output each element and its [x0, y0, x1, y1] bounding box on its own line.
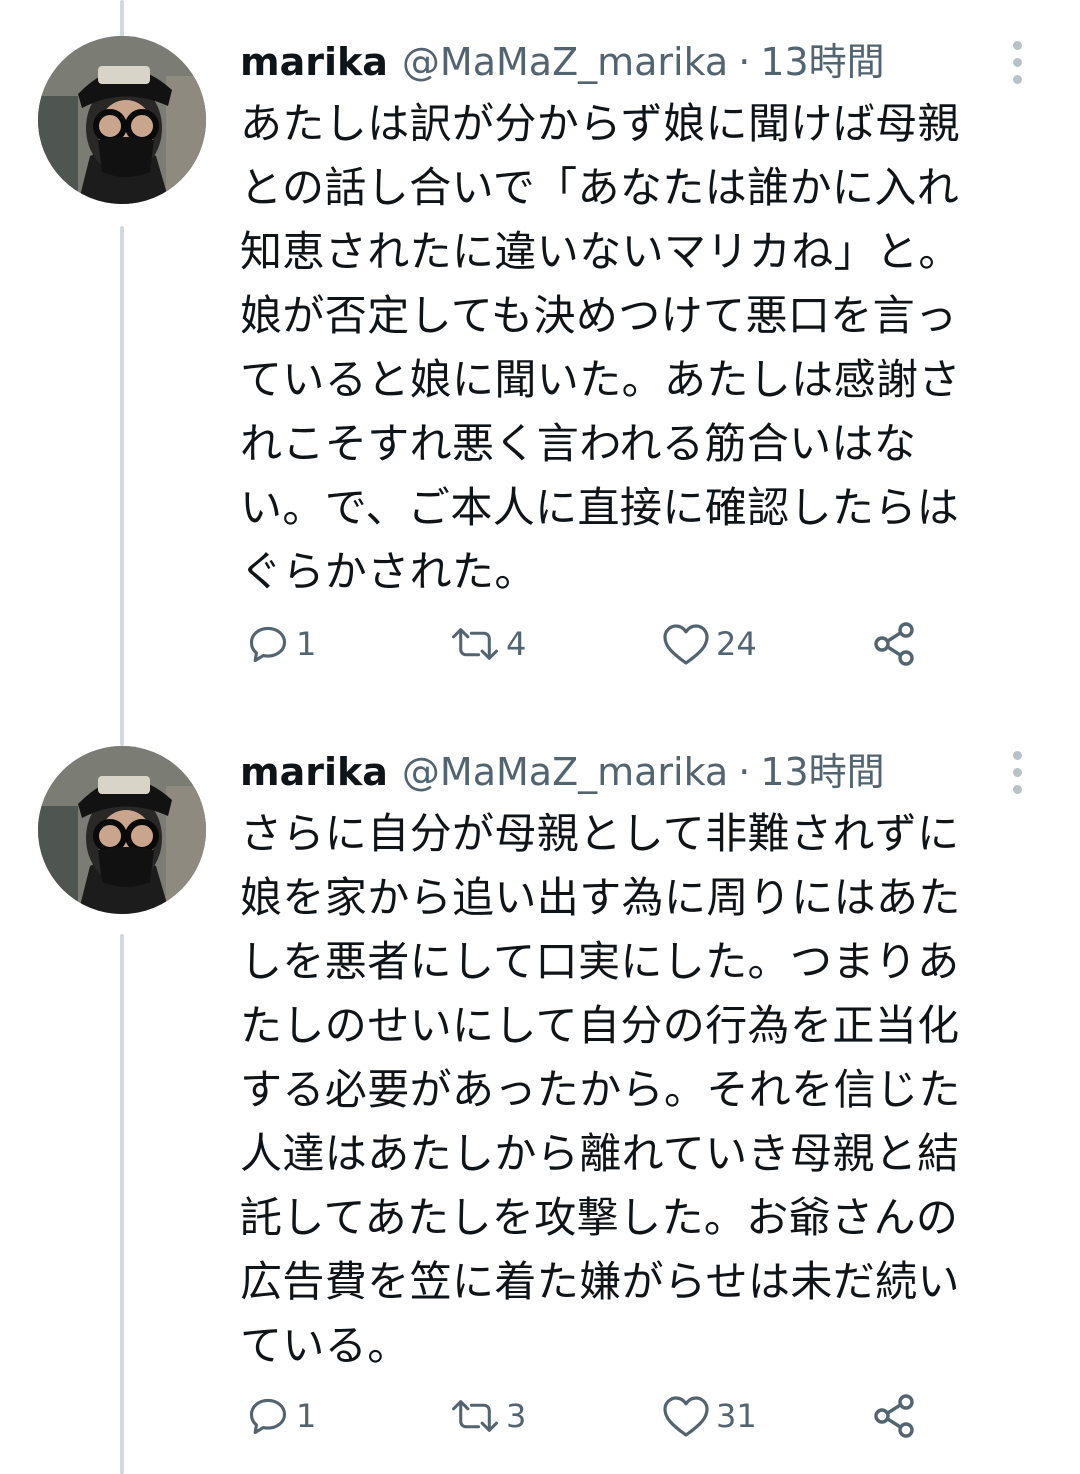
avatar-icon[interactable] — [38, 36, 206, 204]
reply-button[interactable]: 1 — [246, 614, 316, 674]
avatar-icon[interactable] — [38, 746, 206, 914]
retweet-button[interactable]: 3 — [450, 1386, 526, 1446]
share-icon — [870, 1392, 918, 1440]
reply-count: 1 — [296, 1397, 317, 1435]
more-vertical-icon[interactable] — [1002, 34, 1032, 90]
retweet-count: 3 — [506, 1397, 527, 1435]
tweet-actions: 1 4 24 — [240, 614, 940, 674]
tweet-text: あたしは訳が分からず娘に聞けば母親 との話し合いで「あなたは誰かに入れ 知恵され… — [240, 99, 961, 596]
retweet-icon — [450, 622, 500, 666]
author-handle[interactable]: @MaMaZ_marika — [402, 744, 728, 800]
retweet-button[interactable]: 4 — [450, 614, 526, 674]
reply-icon — [246, 622, 290, 666]
author-name[interactable]: marika — [240, 34, 388, 90]
tweet[interactable]: marika @MaMaZ_marika · 13時間 あたしは訳が分からず娘に… — [0, 0, 1080, 710]
separator-dot: · — [738, 750, 751, 794]
tweet-actions: 1 3 31 — [240, 1386, 940, 1446]
tweet[interactable]: marika @MaMaZ_marika · 13時間 さらに自分が母親として非… — [0, 710, 1080, 1474]
tweet-header: marika @MaMaZ_marika · 13時間 — [240, 34, 885, 90]
like-count: 31 — [716, 1397, 757, 1435]
heart-icon — [662, 1394, 710, 1438]
like-button[interactable]: 31 — [662, 1386, 757, 1446]
reply-icon — [246, 1394, 290, 1438]
like-count: 24 — [716, 625, 757, 663]
author-handle[interactable]: @MaMaZ_marika — [402, 34, 728, 90]
heart-icon — [662, 622, 710, 666]
share-icon — [870, 620, 918, 668]
share-button[interactable] — [870, 614, 918, 674]
tweet-timestamp[interactable]: 13時間 — [760, 34, 884, 90]
reply-count: 1 — [296, 625, 317, 663]
tweet-text: さらに自分が母親として非難されずに 娘を家から追い出す為に周りにはあた しを悪者… — [240, 809, 961, 1370]
tweet-header: marika @MaMaZ_marika · 13時間 — [240, 744, 885, 800]
more-vertical-icon[interactable] — [1002, 744, 1032, 800]
retweet-icon — [450, 1394, 500, 1438]
like-button[interactable]: 24 — [662, 614, 757, 674]
author-name[interactable]: marika — [240, 744, 388, 800]
share-button[interactable] — [870, 1386, 918, 1446]
reply-button[interactable]: 1 — [246, 1386, 316, 1446]
tweet-timestamp[interactable]: 13時間 — [760, 744, 884, 800]
separator-dot: · — [738, 40, 751, 84]
retweet-count: 4 — [506, 625, 527, 663]
